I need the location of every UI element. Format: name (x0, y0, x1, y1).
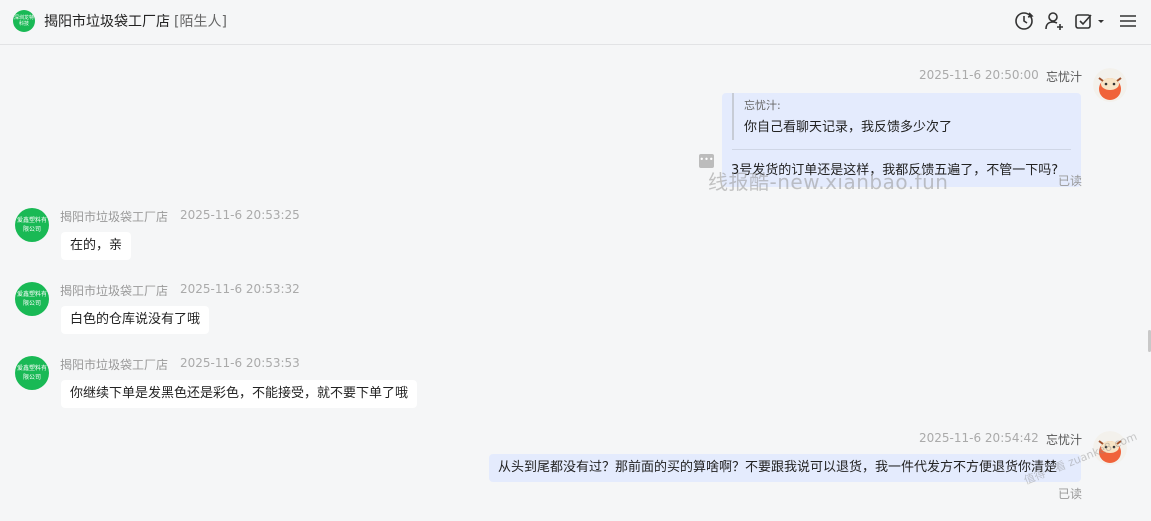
shop-avatar[interactable]: 爱鑫塑料有限公司 (15, 356, 49, 390)
shop-avatar[interactable]: 爱鑫塑料有限公司 (15, 208, 49, 242)
shop-logo: 深圳龙特科技 (13, 10, 35, 32)
quoted-message[interactable]: 忘忧汁: 你自己看聊天记录，我反馈多少次了 (732, 93, 1071, 140)
message-time: 2025-11-6 20:53:32 (180, 282, 300, 296)
message-time: 2025-11-6 20:50:00 (919, 68, 1039, 82)
refresh-icon[interactable] (1013, 10, 1035, 32)
watermark: 线报酷-new.xianbao.fun (708, 170, 949, 194)
stranger-tag: [陌生人] (174, 14, 227, 30)
sender-name: 揭阳市垃圾袋工厂店 (60, 284, 169, 298)
chat-area: 2025-11-6 20:50:00 忘忧汁 忘忧汁: 你自己看聊天记录，我反馈… (0, 46, 1151, 521)
read-status: 已读 (1058, 174, 1083, 188)
quote-text: 你自己看聊天记录，我反馈多少次了 (744, 120, 953, 135)
message-bubble-in[interactable]: 在的，亲 (61, 232, 132, 260)
checklist-dropdown-icon[interactable] (1073, 10, 1107, 32)
divider (732, 149, 1071, 150)
user-add-icon[interactable] (1043, 10, 1065, 32)
message-time: 2025-11-6 20:53:25 (180, 208, 300, 222)
message-bubble-in[interactable]: 你继续下单是发黑色还是彩色，不能接受，就不要下单了哦 (61, 380, 418, 408)
chat-header: 深圳龙特科技 揭阳市垃圾袋工厂店 [陌生人] (0, 0, 1151, 45)
user-avatar[interactable] (1093, 68, 1127, 102)
sender-name: 忘忧汁 (1046, 433, 1083, 447)
message-bubble-out[interactable]: 从头到尾都没有过？那前面的买的算啥啊？不要跟我说可以退货，我一件代发方不方便退货… (489, 454, 1081, 482)
sender-name: 忘忧汁 (1046, 70, 1083, 84)
message-bubble-in[interactable]: 白色的仓库说没有了哦 (61, 306, 210, 334)
message-time: 2025-11-6 20:54:42 (919, 431, 1039, 445)
quote-author: 忘忧汁: (744, 99, 781, 112)
sender-name: 揭阳市垃圾袋工厂店 (60, 358, 169, 372)
sender-name: 揭阳市垃圾袋工厂店 (60, 210, 169, 224)
chat-title: 揭阳市垃圾袋工厂店 (44, 14, 170, 30)
shop-avatar[interactable]: 爱鑫塑料有限公司 (15, 282, 49, 316)
read-status: 已读 (1058, 487, 1083, 501)
message-time: 2025-11-6 20:53:53 (180, 356, 300, 370)
menu-icon[interactable] (1117, 10, 1139, 32)
